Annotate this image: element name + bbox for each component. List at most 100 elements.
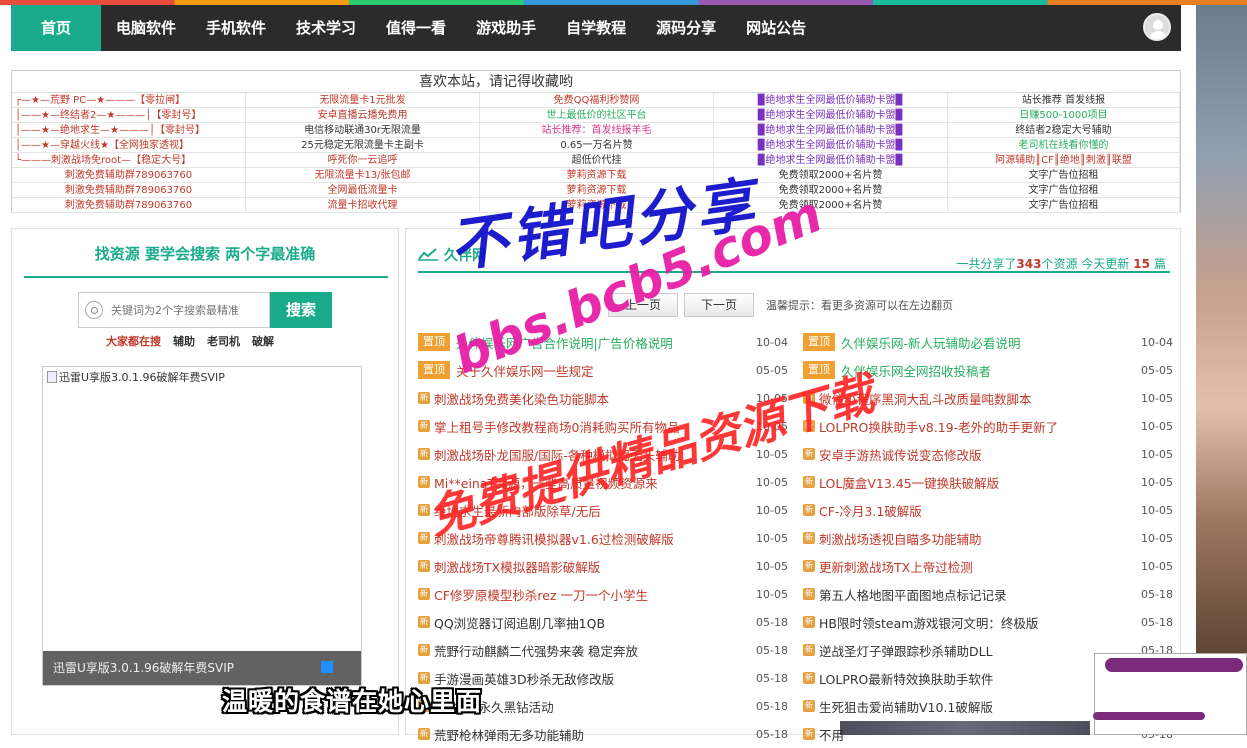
user-avatar-icon[interactable] [1143, 13, 1171, 41]
article-row[interactable]: 新 CF修罗原模型秒杀rez 一刀一个小学生 10-05 [418, 580, 788, 608]
ad-link[interactable]: └———刺激战场免root—【稳定大号】 [12, 153, 246, 168]
article-row[interactable]: 新 LOL魔盒V13.45一键换肤破解版 10-05 [803, 468, 1173, 496]
ad-link[interactable]: 25元稳定无限流量卡主副卡 [246, 138, 480, 153]
article-title[interactable]: 更新刺激战场TX上帝过检测 [819, 557, 1119, 576]
search-box[interactable] [78, 292, 270, 328]
article-title[interactable]: 生死狙击爱尚辅助V10.1破解版 [819, 697, 1119, 716]
ad-link[interactable]: 刺激免费辅助群789063760 [12, 183, 246, 198]
ad-link[interactable]: 安卓直播云播免费用 [246, 108, 480, 123]
article-date: 05-18 [756, 671, 788, 685]
nav-item[interactable]: 游戏助手 [461, 5, 551, 51]
ad-link[interactable]: ▉绝地求生全网最低价辅助卡盟▉ [714, 93, 948, 108]
article-title[interactable]: 久伴娱乐网-新人玩辅助必看说明 [841, 333, 1141, 352]
slide-indicator-icon[interactable] [321, 661, 333, 673]
ad-link[interactable]: 电信移动联通30r无限流量 [246, 123, 480, 138]
slogan-divider [24, 276, 388, 278]
ad-link[interactable]: ▉绝地求生全网最低价辅助卡盟▉ [714, 108, 948, 123]
article-row[interactable]: 新 HB限时领steam游戏银河文明：终极版 05-18 [803, 608, 1173, 636]
hotword-link[interactable]: 破解 [252, 333, 274, 349]
article-title[interactable]: 逆战圣灯子弹跟踪秒杀辅助DLL [819, 641, 1119, 660]
nav-item[interactable]: 网站公告 [731, 5, 821, 51]
nav-item[interactable]: 电脑软件 [101, 5, 191, 51]
promo-image-alt: 迅雷U享版3.0.1.96破解年费SVIP [47, 369, 225, 385]
nav-item[interactable]: 首页 [11, 5, 101, 51]
pinned-badge: 置顶 [418, 333, 450, 351]
article-date: 05-05 [1141, 363, 1173, 377]
ad-link[interactable]: 刺激免费辅助群789063760 [12, 198, 246, 213]
new-badge-icon: 新 [803, 700, 815, 712]
ad-link[interactable]: 阿源辅助║CF║绝地║刺激║联盟 [948, 153, 1180, 168]
article-title[interactable]: QQ浏览器订阅追剧几率抽1QB [434, 613, 734, 632]
ad-link[interactable]: 文字广告位招租 [948, 198, 1180, 213]
stats-count: 343 [1016, 257, 1042, 271]
nav-item[interactable]: 源码分享 [641, 5, 731, 51]
promo-alt-text: 迅雷U享版3.0.1.96破解年费SVIP [59, 371, 225, 384]
ad-link[interactable]: 全网最低流量卡 [246, 183, 480, 198]
hotword-link[interactable]: 老司机 [207, 333, 240, 349]
article-row[interactable]: 新更新刺激战场TX上帝过检测 10-05 [803, 552, 1173, 580]
corner-popup[interactable] [1093, 653, 1247, 735]
article-date: 10-05 [1141, 475, 1173, 489]
ad-link[interactable]: 免费QQ福利秒赞网 [480, 93, 714, 108]
ad-link[interactable]: ┌—★—荒野 PC—★———【零拉闸】 [12, 93, 246, 108]
article-title[interactable]: 刺激战场透视自瞄多功能辅助 [819, 529, 1119, 548]
article-title[interactable]: LOLPRO最新特效换肤助手软件 [819, 669, 1119, 688]
nav-item[interactable]: 技术学习 [281, 5, 371, 51]
article-row[interactable]: 新安卓手游热诚传说变态修改版 10-05 [803, 440, 1173, 468]
ad-link[interactable]: 日赚500-1000项目 [948, 108, 1180, 123]
ad-link[interactable]: │——★—绝地求生—★———│【零封号】 [12, 123, 246, 138]
pagination-tip: 温馨提示：看更多资源可以在左边翻页 [766, 299, 953, 312]
article-row[interactable]: 新刺激战场透视自瞄多功能辅助 10-05 [803, 524, 1173, 552]
article-row[interactable]: 新第五人格地图平面图地点标记记录 05-18 [803, 580, 1173, 608]
next-page-button[interactable]: 下一页 [684, 293, 754, 317]
ad-link[interactable]: 老司机在线看你懂的 [948, 138, 1180, 153]
ad-link[interactable]: 文字广告位招租 [948, 168, 1180, 183]
promo-image[interactable]: 迅雷U享版3.0.1.96破解年费SVIP 迅雷U享版3.0.1.96破解年费S… [42, 366, 362, 686]
article-date: 10-05 [1141, 559, 1173, 573]
ad-link[interactable]: 世上最低价的社区平台 [480, 108, 714, 123]
search-button[interactable]: 搜索 [270, 292, 332, 328]
article-row[interactable]: 新 CF-冷月3.1破解版 10-05 [803, 496, 1173, 524]
article-row[interactable]: 新荒野行动麒麟二代强势来袭 稳定奔放 05-18 [418, 636, 788, 664]
article-title[interactable]: CF修罗原模型秒杀rez 一刀一个小学生 [434, 585, 734, 604]
hot-searches-label: 大家都在搜 [106, 335, 161, 348]
article-row[interactable]: 新 QQ浏览器订阅追剧几率抽1QB 05-18 [418, 608, 788, 636]
pinned-badge: 置顶 [418, 361, 450, 379]
article-title[interactable]: 久伴娱乐网全网招收投稿者 [841, 361, 1141, 380]
ad-link[interactable]: │——★—穿越火线★【全网独家透视】 [12, 138, 246, 153]
article-title[interactable]: 第五人格地图平面图地点标记记录 [819, 585, 1119, 604]
article-title[interactable]: CF-冷月3.1破解版 [819, 501, 1119, 520]
article-title[interactable]: 荒野枪林弹雨无多功能辅助 [434, 725, 734, 744]
article-row[interactable]: 新刺激战场TX模拟器暗影破解版 10-05 [418, 552, 788, 580]
article-title[interactable]: LOL魔盒V13.45一键换肤破解版 [819, 473, 1119, 492]
article-row[interactable]: 新荒野枪林弹雨无多功能辅助 05-18 [418, 720, 788, 748]
ad-link[interactable]: 无限流量卡1元批发 [246, 93, 480, 108]
article-date: 10-05 [1141, 503, 1173, 517]
ad-link[interactable]: 站长推荐 首发线报 [948, 93, 1180, 108]
ad-link[interactable]: 站长推荐：首发线报羊毛 [480, 123, 714, 138]
article-title[interactable]: HB限时领steam游戏银河文明：终极版 [819, 613, 1119, 632]
ad-link[interactable]: 0.65一万名片赞 [480, 138, 714, 153]
nav-item[interactable]: 自学教程 [551, 5, 641, 51]
article-title[interactable]: 刺激战场免费美化染色功能脚本 [434, 389, 734, 408]
article-title[interactable]: 刺激战场TX模拟器暗影破解版 [434, 557, 734, 576]
search-input[interactable] [111, 303, 261, 317]
article-title[interactable]: 荒野行动麒麟二代强势来袭 稳定奔放 [434, 641, 734, 660]
ad-link[interactable]: ▉绝地求生全网最低价辅助卡盟▉ [714, 138, 948, 153]
ad-link[interactable]: 刺激免费辅助群789063760 [12, 168, 246, 183]
article-row[interactable]: 置顶 久伴娱乐网-新人玩辅助必看说明 10-04 [803, 328, 1173, 356]
hotword-link[interactable]: 辅助 [173, 333, 195, 349]
ad-link[interactable]: 超低价代挂 [480, 153, 714, 168]
nav-item[interactable]: 手机软件 [191, 5, 281, 51]
nav-item[interactable]: 值得一看 [371, 5, 461, 51]
ad-link[interactable]: 呼死你一云追呼 [246, 153, 480, 168]
article-date: 10-05 [756, 587, 788, 601]
new-badge-icon: 新 [418, 448, 430, 460]
ad-link[interactable]: │——★—终结者2—★———│【零封号】 [12, 108, 246, 123]
ad-link[interactable]: 终结者2稳定大号辅助 [948, 123, 1180, 138]
ad-link[interactable]: ▉绝地求生全网最低价辅助卡盟▉ [714, 123, 948, 138]
background-photo [1196, 5, 1247, 735]
article-title[interactable]: 安卓手游热诚传说变态修改版 [819, 445, 1119, 464]
ad-link[interactable]: 无限流量卡13/张包邮 [246, 168, 480, 183]
ad-link[interactable]: 文字广告位招租 [948, 183, 1180, 198]
